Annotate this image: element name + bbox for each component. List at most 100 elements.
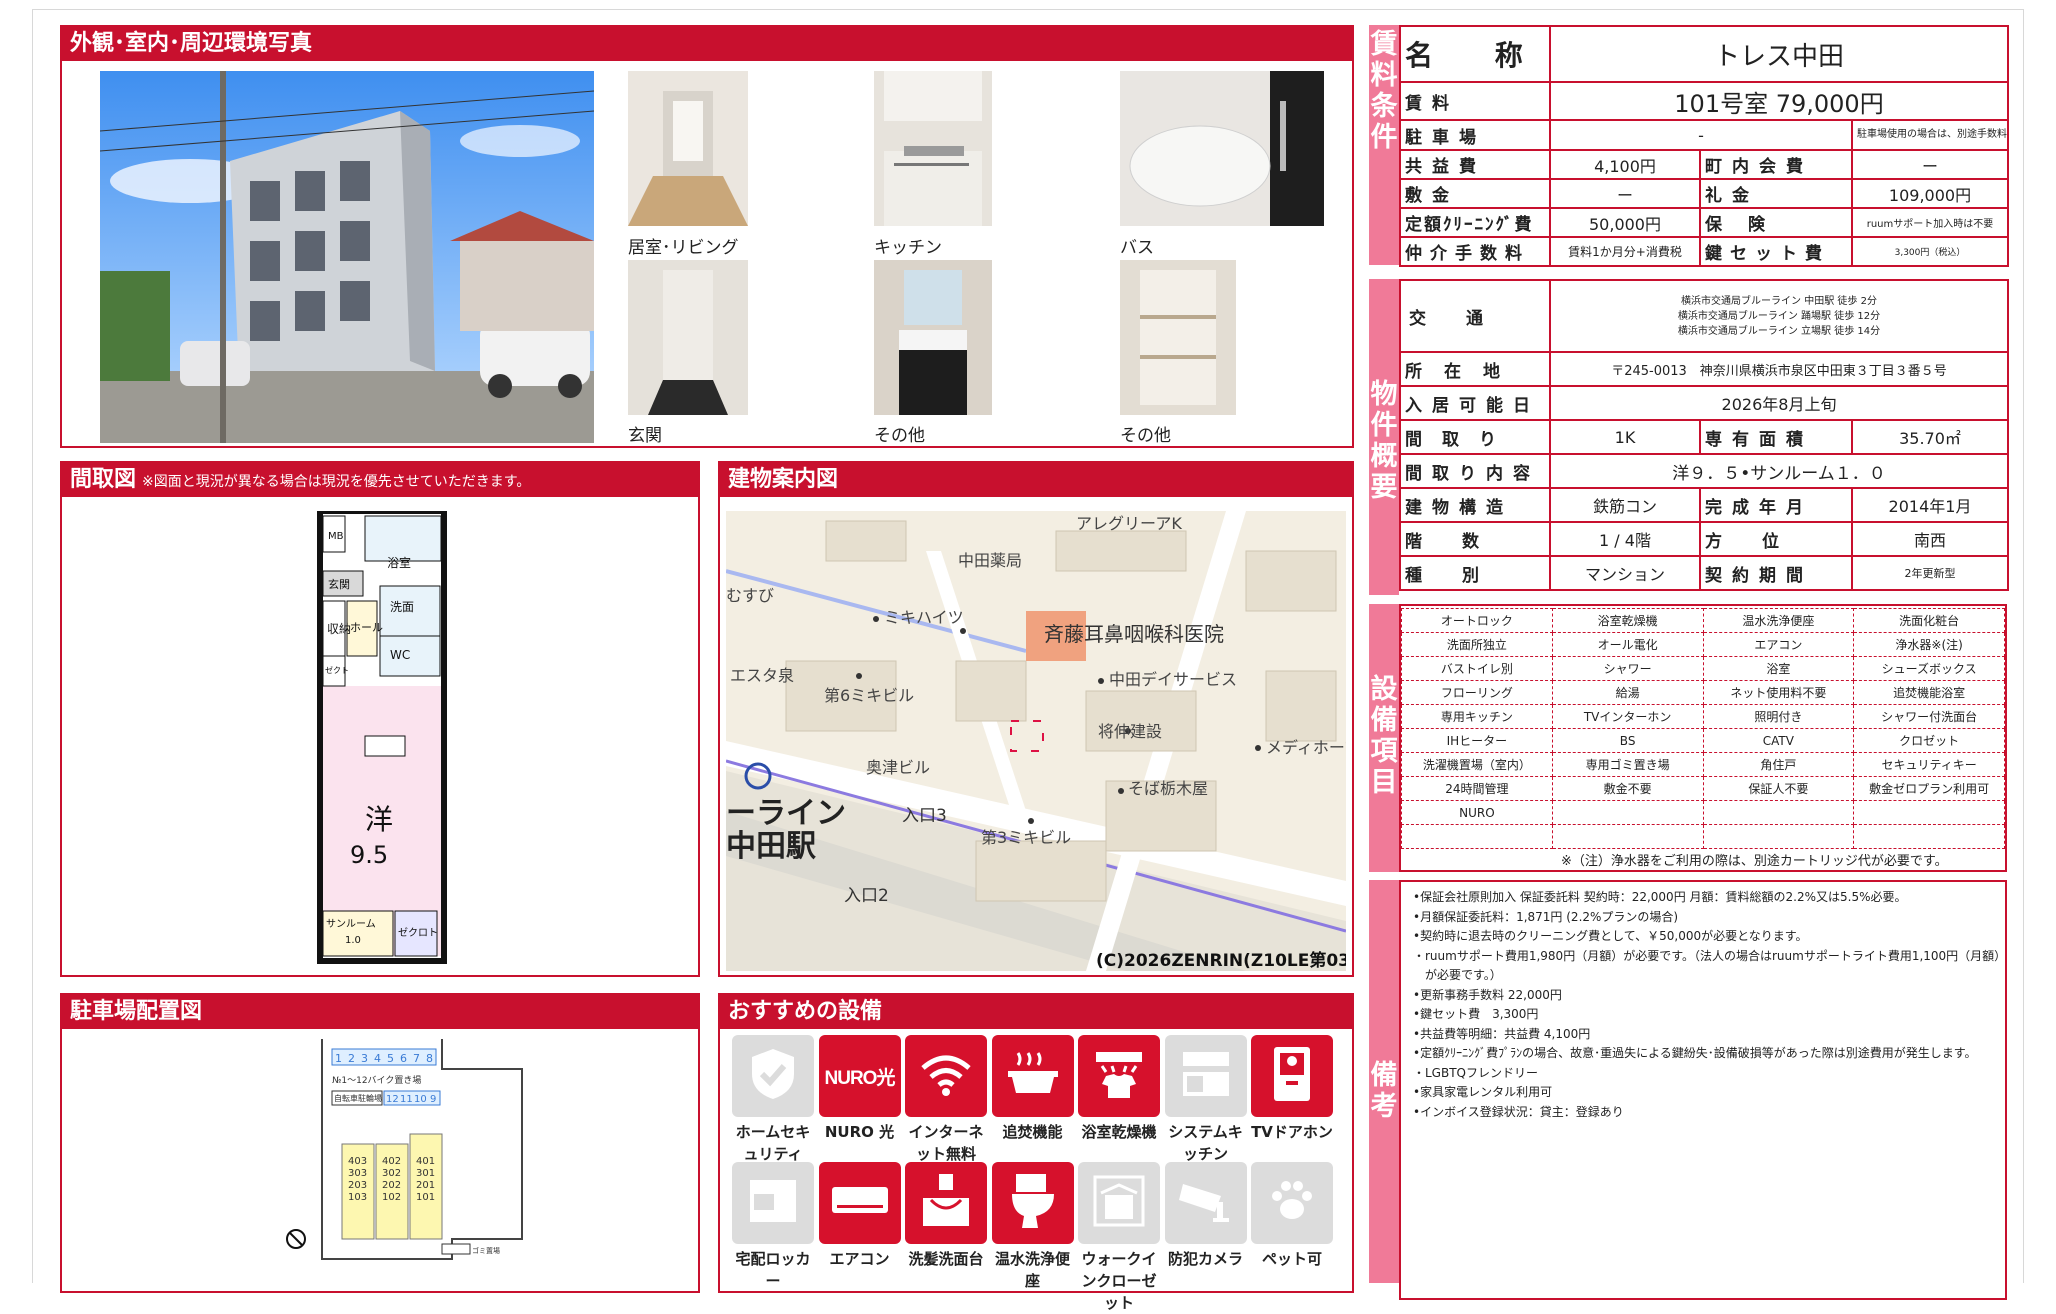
svg-text:ゴミ置場: ゴミ置場: [472, 1246, 500, 1255]
frame-top: [32, 9, 2024, 10]
recommend-tile[interactable]: [1164, 1035, 1247, 1117]
bath-photo[interactable]: [1120, 71, 1324, 226]
svg-text:サンルーム: サンルーム: [326, 918, 376, 930]
recommend-tile[interactable]: [732, 1162, 814, 1244]
svg-text:7: 7: [413, 1052, 420, 1065]
property-side-label-text: 物件概要: [1370, 379, 1398, 503]
svg-text:10: 10: [414, 1094, 427, 1105]
svg-text:そば栃木屋: そば栃木屋: [1128, 779, 1208, 798]
recommend-tile[interactable]: [905, 1035, 987, 1117]
equipment-item: 保証人不要: [1702, 776, 1855, 801]
equipment-item: 追焚機能浴室: [1853, 680, 2005, 705]
equipment-item: 洗濯機置場（室内）: [1401, 752, 1553, 777]
type-value: マンション: [1549, 555, 1701, 591]
kitchen-photo[interactable]: [874, 71, 992, 226]
equipment-item: オール電化: [1551, 632, 1704, 657]
recommend-label: ペット可: [1261, 1250, 1322, 1268]
common-fee-label: 共益費: [1399, 149, 1551, 180]
photos-panel: 外観･室内･周辺環境写真 居室･リビング キッチン バス 玄関 その他 その他: [60, 25, 1354, 448]
svg-text:6: 6: [400, 1052, 407, 1065]
recommend-label: 宅配ロッカー: [735, 1250, 811, 1290]
equipment-row: IHヒーター BS CATV クロゼット: [1401, 728, 2005, 753]
town-fee-label: 町内会費: [1699, 149, 1853, 180]
svg-text:8: 8: [426, 1052, 433, 1065]
svg-text:12: 12: [386, 1094, 399, 1105]
floorplan-title-text: 間取図: [70, 467, 137, 492]
equipment-item: 洗面化粧台: [1853, 608, 2005, 633]
svg-text:浴室: 浴室: [387, 555, 411, 570]
contract-label: 契約期間: [1699, 555, 1853, 591]
exterior-photo[interactable]: [100, 71, 594, 443]
recommend-tile[interactable]: [991, 1035, 1074, 1117]
kitchen-caption: キッチン: [874, 238, 942, 258]
key-set-label: 鍵セット費: [1699, 236, 1853, 267]
equipment-row: 24時間管理 敷金不要 保証人不要 敷金ゼロプラン利用可: [1401, 776, 2005, 801]
photos-title-text: 外観･室内･周辺環境写真: [70, 31, 313, 56]
remarks-side-label-text: 備考: [1370, 1060, 1398, 1122]
equipment-item: CATV: [1702, 728, 1855, 753]
vanity-photo[interactable]: [874, 260, 992, 415]
equipment-item: [1702, 800, 1855, 825]
recommend-label: エアコン: [829, 1250, 890, 1268]
closet-photo[interactable]: [1120, 260, 1236, 415]
equipment-item: 角住戸: [1702, 752, 1855, 777]
equipment-item: 温水洗浄便座: [1702, 608, 1855, 633]
recommend-tile[interactable]: [1251, 1035, 1333, 1117]
shield-icon: [748, 1046, 798, 1106]
floorplan-panel: 間取図 ※図面と現況が異なる場合は現況を優先させていただきます。 MB 浴室 玄関…: [60, 461, 700, 977]
svg-text:302: 302: [382, 1168, 401, 1179]
wifi-icon: [919, 1052, 973, 1100]
camera-icon: [1177, 1176, 1235, 1230]
bike-slots: 1 2 3 4 5 6 7 8: [331, 1048, 437, 1066]
recommend-label: 防犯カメラ: [1167, 1250, 1243, 1268]
bath-dryer-icon: [1090, 1048, 1148, 1104]
parking-label: 駐車場: [1399, 119, 1551, 151]
recommend-tile[interactable]: [818, 1162, 901, 1244]
property-name: トレス中田: [1549, 25, 2009, 83]
recommend-tile[interactable]: [1078, 1162, 1160, 1244]
recommend-tile[interactable]: [991, 1162, 1074, 1244]
svg-text:ミキハイツ: ミキハイツ: [884, 608, 964, 627]
equipment-item: 浄水器※(注): [1853, 632, 2005, 657]
remark-line: が必要です。）: [1413, 968, 1502, 982]
recommend-label: ウォークインクローゼット: [1081, 1250, 1157, 1312]
bathtub-icon: [1004, 1049, 1062, 1103]
floorplan-drawing[interactable]: MB 浴室 玄関 洗面 収納 ホール ゼクト WC 洋 9.5 サンルーム 1.…: [290, 508, 496, 966]
rent-side-label-text: 賃料条件: [1370, 29, 1398, 153]
equipment-table: オートロック 浴室乾燥機 温水洗浄便座 洗面化粧台 洗面所独立 オール電化 エアコン 浄水器※…: [1401, 608, 2005, 849]
structure-value: 鉄筋コン: [1549, 487, 1701, 523]
town-fee-value: ー: [1851, 149, 2009, 180]
sink-icon: [919, 1172, 973, 1234]
equipment-item: 専用キッチン: [1401, 704, 1553, 729]
living-photo[interactable]: [628, 71, 748, 226]
recommend-tile[interactable]: [1078, 1035, 1160, 1117]
recommend-tile[interactable]: [1251, 1162, 1333, 1244]
equipment-item: シャワー付洗面台: [1853, 704, 2005, 729]
map-view[interactable]: アレグリーアK 中田薬局 ミキハイツ 斉藤耳鼻咽喉科医院 エスタ泉 第6ミキビル…: [726, 511, 1346, 971]
svg-text:2: 2: [348, 1052, 355, 1065]
svg-text:401: 401: [416, 1156, 435, 1167]
svg-text:中田デイサービス: 中田デイサービス: [1109, 670, 1237, 689]
recommend-tile[interactable]: [1164, 1162, 1247, 1244]
parking-drawing[interactable]: 1 2 3 4 5 6 7 8 №1〜12バイク置き場 自転車駐輪場 12 11…: [272, 1039, 572, 1279]
recommend-label: インターネット無料: [908, 1123, 984, 1163]
entrance-photo[interactable]: [628, 260, 748, 415]
map-panel: 建物案内図 アレグリーアK 中田薬局 ミキハイツ 斉藤耳鼻咽喉科医院 エスタ泉 …: [718, 461, 1354, 977]
recommend-panel: おすすめの設備 ホームセキュリティ NURO光 NURO 光インターネット無料 追焚機…: [718, 993, 1354, 1312]
equipment-item: NURO: [1401, 800, 1553, 825]
recommend-tile[interactable]: [732, 1035, 814, 1117]
closet-caption: その他: [1120, 426, 1171, 446]
svg-text:中田薬局: 中田薬局: [958, 551, 1022, 570]
equipment-note: ※（注）浄水器をご利用の際は、別途カートリッジ代が必要です。: [1561, 854, 1948, 869]
intercom-icon: [1270, 1045, 1314, 1107]
svg-text:入口2: 入口2: [844, 886, 889, 906]
recommend-tile[interactable]: [905, 1162, 987, 1244]
equipment-item: 照明付き: [1702, 704, 1855, 729]
move-in-label: 入居可能日: [1399, 385, 1551, 421]
layout-value: 1K: [1549, 419, 1701, 455]
nuro-logo: NURO光: [824, 1067, 896, 1089]
recommend-tile[interactable]: NURO光: [818, 1035, 901, 1117]
insurance-label: 保険: [1699, 207, 1853, 238]
svg-text:ホール: ホール: [350, 621, 383, 634]
key-set-value: 3,300円（税込）: [1851, 236, 2009, 267]
